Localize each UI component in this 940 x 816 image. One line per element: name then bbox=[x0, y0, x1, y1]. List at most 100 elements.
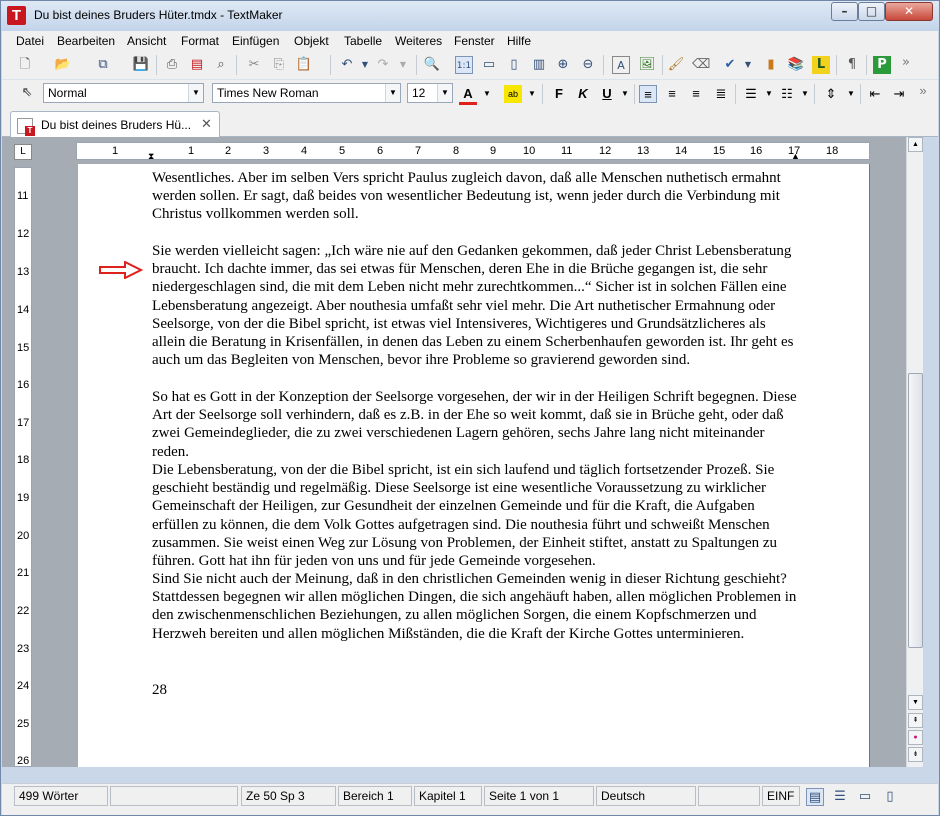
full-page-icon[interactable]: ▯ bbox=[505, 56, 523, 74]
chart-icon[interactable]: ▮ bbox=[762, 56, 780, 74]
line-spacing-dropdown-icon[interactable]: ▼ bbox=[842, 85, 860, 103]
browse-object-icon[interactable]: ● bbox=[908, 730, 923, 745]
language-indicator[interactable]: Deutsch bbox=[596, 786, 696, 806]
outline-view-icon[interactable]: ☰ bbox=[831, 788, 849, 806]
print-preview-icon[interactable]: ⌕ bbox=[212, 56, 230, 74]
format-painter-icon[interactable]: 🖌 bbox=[667, 56, 685, 74]
insert-mode-indicator[interactable]: EINF bbox=[762, 786, 800, 806]
font-color-dropdown-icon[interactable]: ▼ bbox=[478, 85, 496, 103]
align-center-icon[interactable]: ≡ bbox=[663, 85, 681, 103]
search-icon[interactable]: 🔍 bbox=[423, 56, 441, 74]
font-size-select[interactable]: 12 ▼ bbox=[407, 83, 453, 103]
undo-icon[interactable]: ↶ bbox=[338, 56, 356, 74]
underline-dropdown-icon[interactable]: ▼ bbox=[616, 85, 634, 103]
save-icon[interactable]: 💾 bbox=[132, 56, 150, 74]
highlight-icon[interactable]: ab bbox=[504, 85, 522, 103]
menu-objekt[interactable]: Objekt bbox=[294, 34, 329, 48]
vertical-ruler[interactable]: 11 12 13 14 15 16 17 18 19 20 21 22 23 2… bbox=[14, 167, 32, 767]
chevron-down-icon[interactable]: ▼ bbox=[385, 84, 400, 102]
bullet-list-dropdown-icon[interactable]: ▼ bbox=[760, 85, 778, 103]
bullet-list-icon[interactable]: ☰ bbox=[742, 85, 760, 103]
books-icon[interactable]: 📚 bbox=[787, 56, 805, 74]
style-select[interactable]: Normal ▼ bbox=[43, 83, 204, 103]
previous-page-icon[interactable]: ⇞ bbox=[908, 713, 923, 728]
minimize-button[interactable]: – bbox=[831, 2, 858, 21]
menu-weiteres[interactable]: Weiteres bbox=[395, 34, 442, 48]
insert-picture-icon[interactable]: 🖼 bbox=[638, 56, 656, 74]
paragraph[interactable]: Sind Sie nicht auch der Meinung, daß in … bbox=[152, 570, 802, 643]
page-width-icon[interactable]: ▭ bbox=[480, 56, 498, 74]
pdf-export-icon[interactable]: ▤ bbox=[188, 56, 206, 74]
right-indent-marker-icon[interactable]: ▲ bbox=[791, 151, 800, 161]
textframe-icon[interactable]: A bbox=[612, 56, 630, 74]
redo-icon[interactable]: ↷ bbox=[374, 56, 392, 74]
zoom-100-icon[interactable]: 1:1 bbox=[455, 56, 473, 74]
numbered-list-icon[interactable]: ☷ bbox=[778, 85, 796, 103]
zoom-in-icon[interactable]: ⊕ bbox=[554, 56, 572, 74]
toolbar-overflow-icon[interactable]: » bbox=[914, 82, 932, 100]
increase-indent-icon[interactable]: ⇥ bbox=[890, 85, 908, 103]
paragraph-marks-icon[interactable]: ¶ bbox=[843, 56, 861, 74]
paragraph[interactable]: Die Lebensberatung, von der die Bibel sp… bbox=[152, 461, 802, 570]
align-right-icon[interactable]: ≡ bbox=[687, 85, 705, 103]
open-folder-icon[interactable]: 📂 bbox=[54, 56, 72, 74]
menu-tabelle[interactable]: Tabelle bbox=[344, 34, 382, 48]
copy-icon[interactable]: ⎘ bbox=[270, 56, 288, 74]
close-tab-icon[interactable]: ✕ bbox=[201, 116, 212, 132]
decrease-indent-icon[interactable]: ⇤ bbox=[866, 85, 884, 103]
document-page[interactable]: Wesentliches. Aber im selben Vers sprich… bbox=[78, 164, 869, 767]
page-view-icon[interactable]: ▭ bbox=[856, 788, 874, 806]
scroll-up-icon[interactable]: ▲ bbox=[908, 137, 923, 152]
italic-button[interactable]: K bbox=[574, 85, 592, 103]
menu-format[interactable]: Format bbox=[181, 34, 219, 48]
textmaker-app-icon[interactable]: T bbox=[7, 6, 26, 25]
chevron-down-icon[interactable]: ▼ bbox=[188, 84, 203, 102]
horizontal-ruler[interactable]: 1 1 2 3 4 5 6 7 8 9 10 11 12 13 14 15 16… bbox=[76, 142, 870, 162]
paragraph[interactable]: Sie werden vielleicht sagen: „Ich wäre n… bbox=[152, 242, 802, 369]
dictionary-icon[interactable]: L bbox=[812, 56, 830, 74]
paste-icon[interactable]: 📋 bbox=[295, 56, 313, 74]
scrollbar-thumb[interactable] bbox=[908, 373, 923, 648]
next-page-icon[interactable]: ⇟ bbox=[908, 747, 923, 762]
line-spacing-icon[interactable]: ⇕ bbox=[822, 85, 840, 103]
toolbar-overflow-icon[interactable]: » bbox=[897, 54, 915, 72]
zoom-out-icon[interactable]: ⊖ bbox=[579, 56, 597, 74]
menu-datei[interactable]: Datei bbox=[16, 34, 44, 48]
paragraph[interactable]: So hat es Gott in der Konzeption der See… bbox=[152, 388, 802, 461]
document-tab[interactable]: T Du bist deines Bruders Hü... ✕ bbox=[10, 111, 220, 138]
undo-dropdown-icon[interactable]: ▼ bbox=[356, 56, 374, 74]
menu-einfuegen[interactable]: Einfügen bbox=[232, 34, 279, 48]
tab-stop-selector[interactable]: L bbox=[14, 144, 32, 160]
print-icon[interactable]: ⎙ bbox=[163, 56, 181, 74]
maximize-button[interactable]: □ bbox=[858, 2, 885, 21]
underline-button[interactable]: U bbox=[598, 85, 616, 103]
justify-icon[interactable]: ≣ bbox=[712, 85, 730, 103]
two-pages-icon[interactable]: ▥ bbox=[530, 56, 548, 74]
font-select[interactable]: Times New Roman ▼ bbox=[212, 83, 401, 103]
cut-icon[interactable]: ✂ bbox=[245, 56, 263, 74]
menu-bearbeiten[interactable]: Bearbeiten bbox=[57, 34, 115, 48]
menu-ansicht[interactable]: Ansicht bbox=[127, 34, 166, 48]
left-indent-marker-icon[interactable]: ⧗ bbox=[148, 151, 154, 162]
redo-dropdown-icon[interactable]: ▼ bbox=[394, 56, 412, 74]
chevron-down-icon[interactable]: ▼ bbox=[437, 84, 452, 102]
highlight-dropdown-icon[interactable]: ▼ bbox=[523, 85, 541, 103]
normal-view-icon[interactable]: ▤ bbox=[806, 788, 824, 806]
numbered-list-dropdown-icon[interactable]: ▼ bbox=[796, 85, 814, 103]
vertical-scrollbar[interactable]: ▲ ▼ ⇞ ● ⇟ bbox=[906, 137, 923, 767]
bold-button[interactable]: F bbox=[550, 85, 568, 103]
open-recent-icon[interactable]: ⧉ bbox=[94, 56, 112, 74]
align-left-icon[interactable]: ≡ bbox=[639, 85, 657, 103]
menu-fenster[interactable]: Fenster bbox=[454, 34, 495, 48]
paragraph[interactable]: Wesentliches. Aber im selben Vers sprich… bbox=[152, 169, 802, 224]
spellcheck-icon[interactable]: ✔ bbox=[721, 56, 739, 74]
scroll-down-icon[interactable]: ▼ bbox=[908, 695, 923, 710]
close-button[interactable]: ✕ bbox=[885, 2, 933, 21]
new-document-icon[interactable]: 🗋 bbox=[16, 56, 34, 74]
menu-hilfe[interactable]: Hilfe bbox=[507, 34, 531, 48]
presentations-icon[interactable]: P bbox=[873, 56, 891, 74]
pointer-mode-icon[interactable]: ⇖ bbox=[18, 84, 36, 102]
eraser-icon[interactable]: ⌫ bbox=[692, 56, 710, 74]
master-page-view-icon[interactable]: ▯ bbox=[881, 788, 899, 806]
font-color-icon[interactable]: A bbox=[459, 85, 477, 105]
